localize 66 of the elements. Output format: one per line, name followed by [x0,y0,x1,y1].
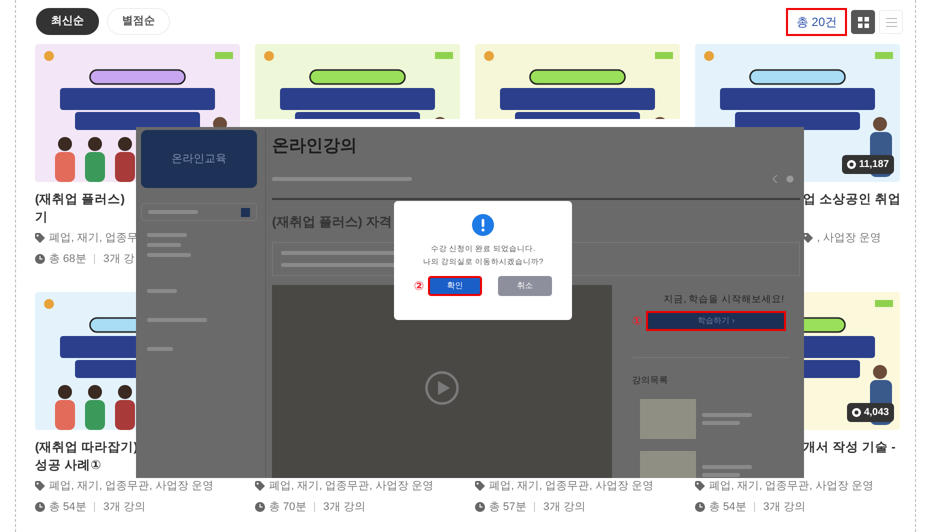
tag-icon [35,233,45,244]
lesson-count: 3개 강의 [103,500,146,514]
blurred-text [702,413,752,418]
grid-icon [858,16,868,28]
tag-icon [255,481,265,492]
blurred-text [147,253,191,257]
start-learning-button[interactable]: 학습하기 › [646,310,786,331]
grid-view-button[interactable] [851,10,875,34]
step-marker: ② [414,278,424,295]
course-tags: 폐업, 재기, 업종무관, 사업장 운영 [269,478,434,494]
list-icon [886,18,896,26]
tag-icon [475,481,485,492]
clock-icon [35,254,45,264]
tag-icon [35,481,45,492]
course-title: 업 소상공인 취업 [803,191,900,208]
confirm-button[interactable]: 확인 [428,276,482,296]
blurred-text [702,421,740,426]
blurred-text [147,318,207,322]
page-title: 온라인강의 [272,135,358,157]
view-count: 11,187 [842,155,894,174]
sort-tab[interactable]: 별점순 [107,8,170,34]
clock-icon [255,502,265,512]
lesson-count: 3개 강의 [323,500,366,514]
course-tags: 폐업, 재기, 업종무 [49,230,138,246]
blurred-text [147,289,177,293]
cancel-button[interactable]: 취소 [498,276,552,296]
clock-icon [695,502,705,512]
course-title: 개서 작성 기술 - [803,439,897,456]
course-duration: 총 70분 [269,500,306,514]
alert-icon [472,214,494,236]
blurred-text [702,473,740,478]
course-title: (재취업 따라잡기) [35,439,139,456]
course-duration: 총 54분 [49,500,86,514]
lesson-thumbnail [640,399,696,440]
tag-icon [695,481,705,492]
blurred-text [147,243,181,247]
panel-prompt: 지금, 학습을 시작해보세요! [662,292,785,306]
view-count: 4,043 [846,403,894,422]
course-tags: 폐업, 재기, 업종무관, 사업장 운영 [709,478,874,494]
course-duration: 총 57분 [489,500,526,514]
course-duration: 총 54분 [709,500,746,514]
square-icon [241,208,250,216]
play-icon[interactable] [425,370,459,405]
course-title: 성공 사례① [35,457,102,474]
blurred-text [147,233,187,237]
course-tags: , 사업장 운영 [817,230,882,246]
total-count: 총 20건 [786,8,847,36]
course-title: 기 [35,209,49,226]
lesson-count: 3개 강의 [543,500,586,514]
step-marker: ① [632,312,642,330]
course-duration: 총 68분 [49,252,86,266]
course-title: (재취업 플러스) 자격 [272,213,392,231]
course-tags: 폐업, 재기, 업종무관, 사업장 운영 [49,478,214,494]
list-title: 강의목록 [632,356,790,388]
course-tags: 폐업, 재기, 업종무관, 사업장 운영 [489,478,654,494]
eye-icon [852,408,861,417]
clock-icon [475,502,485,512]
lesson-count: 3개 강 [103,252,134,266]
lesson-count: 3개 강의 [763,500,806,514]
sidebar-header: 온라인교육 [141,130,257,188]
blurred-text [147,347,173,351]
clock-icon [35,502,45,512]
course-title: (재취업 플러스) [35,191,126,208]
eye-icon [846,160,856,169]
sort-tab[interactable]: 최신순 [36,8,99,34]
blurred-text [702,465,752,470]
